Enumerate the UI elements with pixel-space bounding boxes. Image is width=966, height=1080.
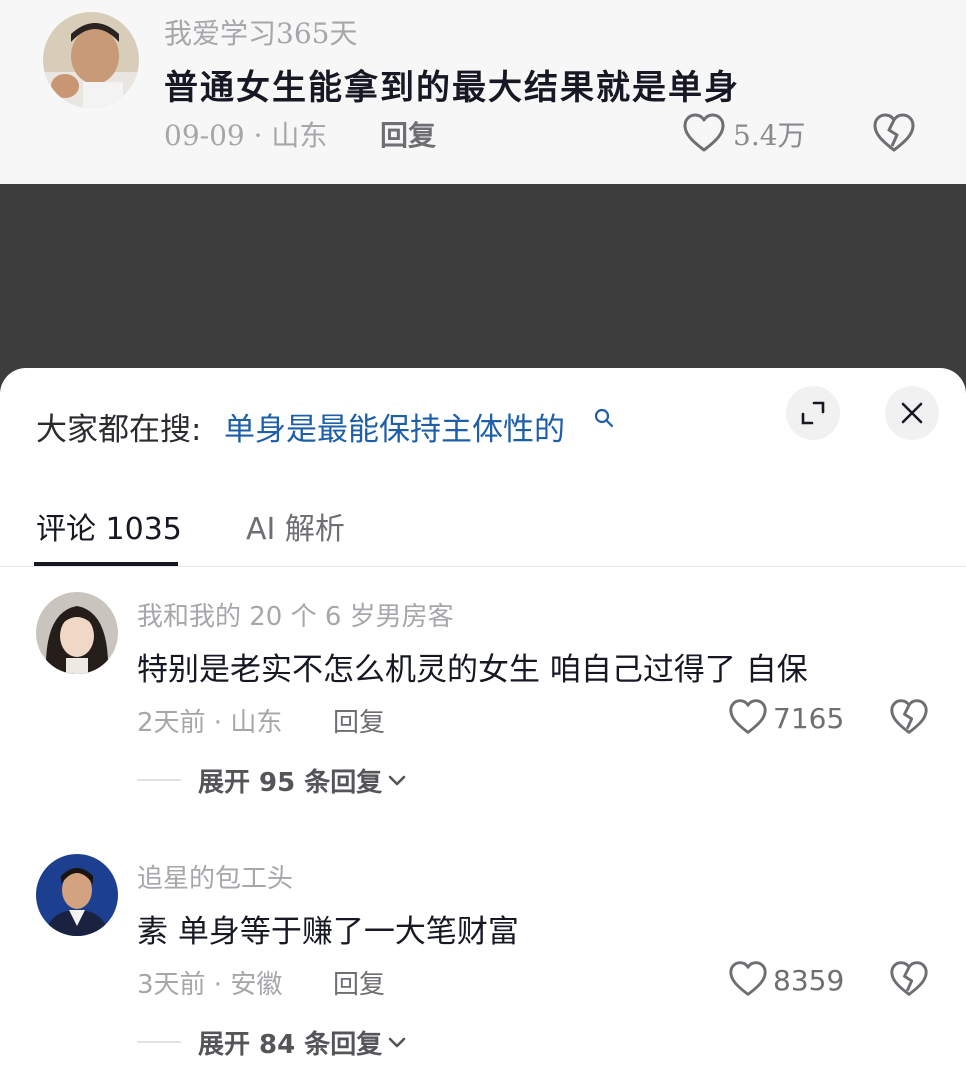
comment-username[interactable]: 追星的包工头 — [137, 858, 293, 895]
comment-text: 普通女生能拿到的最大结果就是单身 — [164, 68, 740, 108]
comment-text: 特别是老实不怎么机灵的女生 咱自己过得了 自保 — [137, 652, 808, 688]
close-icon — [901, 402, 923, 424]
heart-outline-icon[interactable] — [682, 112, 726, 154]
expand-replies-label: 展开 95 条回复 — [198, 768, 383, 798]
comment-text: 素 单身等于赚了一大笔财富 — [137, 914, 519, 950]
top-comment: 我爱学习365天 普通女生能拿到的最大结果就是单身 09-09 · 山东 回复 … — [0, 0, 966, 184]
reply-button[interactable]: 回复 — [333, 964, 385, 1001]
avatar[interactable] — [36, 592, 118, 674]
expand-icon — [801, 401, 825, 425]
broken-heart-icon[interactable] — [872, 112, 916, 154]
like-count: 5.4万 — [733, 119, 806, 152]
reply-divider-line — [137, 1041, 181, 1043]
search-icon[interactable] — [594, 408, 614, 428]
tab-ai-analysis[interactable]: AI 解析 — [246, 504, 345, 548]
avatar[interactable] — [43, 12, 139, 108]
comment-sheet: 大家都在搜: 单身是最能保持主体性的 评论 1035 AI 解析 我和我的 20… — [0, 368, 966, 1080]
comment-meta: 09-09 · 山东 — [164, 119, 328, 152]
expand-replies-button[interactable]: 展开 84 条回复 — [198, 1024, 406, 1061]
avatar[interactable] — [36, 854, 118, 936]
expand-replies-button[interactable]: 展开 95 条回复 — [198, 762, 406, 799]
broken-heart-icon[interactable] — [889, 698, 929, 736]
broken-heart-icon[interactable] — [889, 960, 929, 998]
expand-button[interactable] — [786, 386, 840, 440]
like-count: 7165 — [773, 702, 845, 735]
like-count: 8359 — [773, 964, 845, 997]
comment-username[interactable]: 我和我的 20 个 6 岁男房客 — [137, 596, 454, 633]
comment-meta: 3天前 · 安徽 — [137, 970, 283, 1000]
expand-replies-label: 展开 84 条回复 — [198, 1030, 383, 1060]
comment-meta: 2天前 · 山东 — [137, 708, 283, 738]
heart-outline-icon[interactable] — [728, 698, 768, 736]
reply-divider-line — [137, 779, 181, 781]
search-suggestion-link[interactable]: 单身是最能保持主体性的 — [224, 404, 565, 449]
comment-item: 我和我的 20 个 6 岁男房客 特别是老实不怎么机灵的女生 咱自己过得了 自保… — [0, 592, 966, 812]
heart-outline-icon[interactable] — [728, 960, 768, 998]
comment-item: 追星的包工头 素 单身等于赚了一大笔财富 3天前 · 安徽 回复 8359 展开… — [0, 854, 966, 1074]
search-suggestion-prefix: 大家都在搜: — [36, 412, 202, 448]
tab-comments[interactable]: 评论 1035 — [36, 504, 182, 548]
chevron-down-icon — [388, 1037, 406, 1047]
tab-divider — [0, 566, 966, 567]
chevron-down-icon — [388, 775, 406, 785]
close-button[interactable] — [885, 386, 939, 440]
reply-button[interactable]: 回复 — [380, 114, 436, 154]
comment-username[interactable]: 我爱学习365天 — [164, 12, 357, 52]
reply-button[interactable]: 回复 — [333, 702, 385, 739]
